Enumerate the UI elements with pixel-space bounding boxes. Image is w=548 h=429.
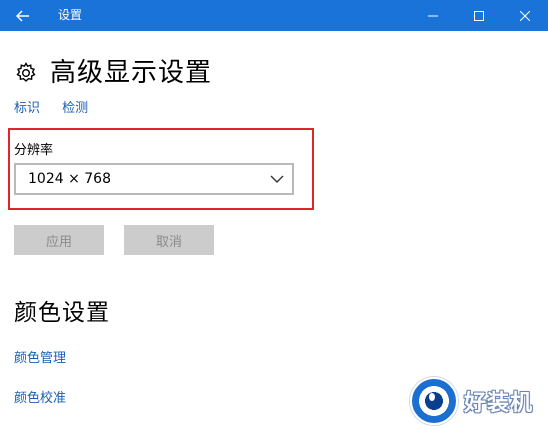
identify-link[interactable]: 标识 — [14, 101, 40, 116]
close-button[interactable] — [502, 0, 548, 31]
back-button[interactable] — [0, 0, 46, 31]
page-title: 高级显示设置 — [50, 58, 213, 88]
resolution-dropdown[interactable]: 1024 × 768 — [14, 163, 294, 195]
maximize-icon — [474, 10, 484, 21]
gear-icon — [16, 62, 36, 82]
detect-link[interactable]: 检测 — [62, 101, 88, 116]
window-title: 设置 — [58, 8, 83, 22]
arrow-left-icon — [16, 10, 29, 21]
title-bar: 设置 — [0, 0, 548, 31]
header-links: 标识 检测 — [14, 97, 106, 116]
resolution-label: 分辨率 — [14, 143, 54, 158]
cancel-button[interactable]: 取消 — [124, 225, 214, 255]
color-settings-title: 颜色设置 — [14, 300, 110, 326]
minimize-icon — [428, 15, 438, 16]
watermark-logo-icon — [410, 377, 458, 425]
close-icon — [520, 10, 530, 21]
resolution-selected-value: 1024 × 768 — [28, 171, 111, 187]
apply-button[interactable]: 应用 — [14, 225, 104, 255]
color-calibration-link[interactable]: 颜色校准 — [14, 387, 66, 406]
watermark: 好装机 — [410, 373, 548, 429]
chevron-down-icon — [270, 175, 284, 183]
maximize-button[interactable] — [456, 0, 502, 31]
color-management-link[interactable]: 颜色管理 — [14, 347, 66, 366]
page-header: 高级显示设置 — [14, 56, 212, 90]
minimize-button[interactable] — [410, 0, 456, 31]
watermark-text: 好装机 — [464, 391, 534, 416]
